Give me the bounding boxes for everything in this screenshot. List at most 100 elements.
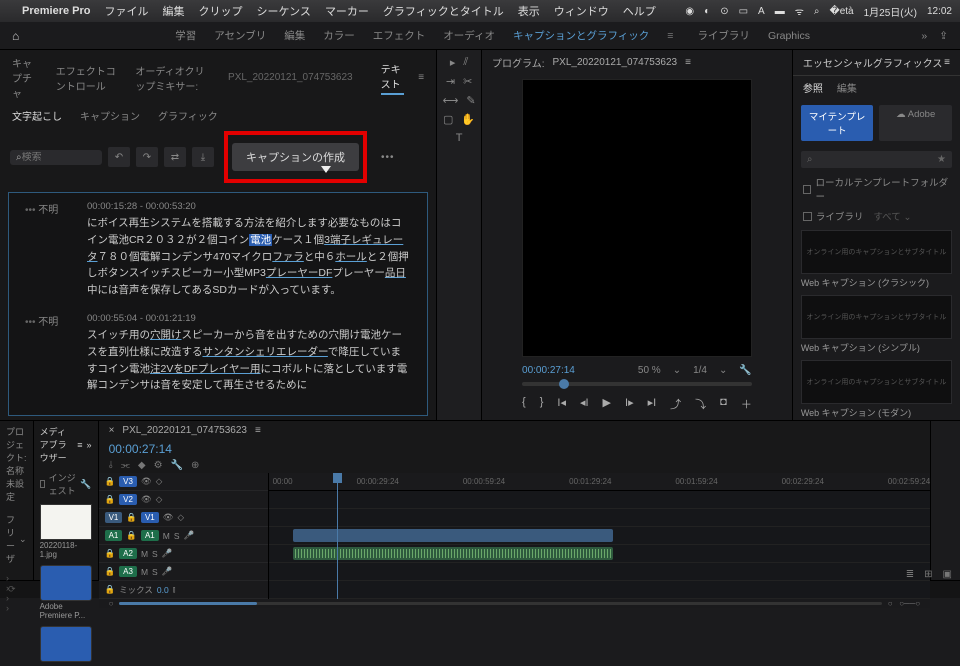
wifi-icon[interactable]: ᯤ [795, 4, 804, 18]
pen-tool-icon[interactable]: ✎ [466, 94, 475, 107]
create-captions-button[interactable]: キャプションの作成 [232, 143, 359, 171]
menu-window[interactable]: ウィンドウ [554, 3, 609, 19]
media-item[interactable] [40, 626, 92, 662]
chevron-down-icon[interactable]: ⌄ [673, 365, 681, 376]
home-icon[interactable]: ⌂ [12, 29, 19, 43]
list-view-icon[interactable]: ≣ [906, 569, 914, 580]
template-item[interactable]: オンライン用のキャプションとサブタイトル Web キャプション (クラシック) [801, 230, 952, 289]
cc-icon[interactable]: ◐ [704, 6, 710, 17]
tab-capture[interactable]: キャプチャ [12, 55, 42, 100]
panel-menu-icon[interactable]: ≡ [77, 440, 82, 450]
sync-icon[interactable]: ⟳ [8, 584, 16, 595]
subtab-transcribe[interactable]: 文字起こし [12, 108, 62, 123]
panel-menu-icon[interactable]: ≡ [418, 72, 424, 83]
track-header[interactable]: 🔒V2👁◇ [99, 491, 268, 509]
lock-icon[interactable]: 🔒 [126, 530, 137, 541]
timeline-timecode[interactable]: 00:00:27:14 [99, 440, 931, 458]
ws-audio[interactable]: オーディオ [443, 28, 495, 43]
new-item-icon[interactable]: ▣ [943, 569, 952, 580]
media-item[interactable]: 20220118-1.jpg [40, 504, 92, 559]
menu-help[interactable]: ヘルプ [623, 3, 656, 19]
add-icon[interactable]: ⊕ [191, 460, 199, 471]
transcript-list[interactable]: 不明 00:00:15:28 - 00:00:53:20 にボイス再生システムを… [8, 192, 428, 416]
ws-effects[interactable]: エフェクト [373, 28, 426, 43]
chevron-down-icon[interactable]: ⌄ [719, 365, 727, 376]
replace-button[interactable]: ⇄ [164, 147, 186, 167]
redo-button[interactable]: ↷ [136, 147, 158, 167]
menu-view[interactable]: 表示 [518, 3, 540, 19]
transcript-text[interactable]: にボイス再生システムを搭載する方法を紹介します必要なものはコイン電池CR２０３２… [87, 215, 411, 299]
media-item[interactable]: Adobe Premiere P... [40, 565, 92, 620]
menu-sequence[interactable]: シーケンス [256, 3, 310, 19]
wrench-icon[interactable]: 🔧 [739, 365, 751, 376]
menubar-time[interactable]: 12:02 [927, 6, 952, 17]
mark-out-icon[interactable]: } [540, 396, 544, 412]
share-icon[interactable]: ⇪ [939, 30, 948, 42]
checkbox[interactable] [803, 212, 812, 221]
selection-tool-icon[interactable]: ▸ [450, 56, 456, 69]
bin-name[interactable]: フリーザ [6, 513, 15, 565]
button-editor-icon[interactable]: ＋ [741, 396, 752, 412]
export-button[interactable]: ⤓ [192, 147, 214, 167]
ess-search[interactable]: ⌕ ★ [801, 151, 952, 168]
template-item[interactable]: オンライン用のキャプションとサブタイトル Web キャプション (シンプル) [801, 295, 952, 354]
overflow-icon[interactable]: » [87, 440, 92, 450]
ess-search-input[interactable] [812, 155, 937, 165]
track-header[interactable]: 🔒ミックス0.0⫾ [99, 581, 268, 599]
type-tool-icon[interactable]: T [456, 132, 463, 144]
menu-clip[interactable]: クリップ [198, 3, 242, 19]
timeline-content[interactable]: 00:0000:00:29:2400:00:59:2400:01:29:2400… [269, 473, 931, 599]
snap-icon[interactable]: ⫰ [109, 460, 113, 471]
ws-color[interactable]: カラー [323, 28, 355, 43]
export-frame-icon[interactable]: ◘ [720, 396, 727, 412]
ws-learn[interactable]: 学習 [175, 28, 196, 43]
transcript-search[interactable]: ⌕ [10, 150, 102, 165]
razor-tool-icon[interactable]: ✂ [463, 75, 472, 88]
wrench-icon[interactable]: 🔧 [80, 479, 91, 490]
transcript-row[interactable]: 不明 00:00:55:04 - 00:01:21:19 スイッチ用の穴開けスピ… [25, 313, 411, 394]
link-icon[interactable]: ⫘ [121, 460, 130, 471]
adobe-stock-button[interactable]: ☁ Adobe [879, 105, 952, 141]
track-header[interactable]: 🔒A2MS🎤 [99, 545, 268, 563]
program-timecode[interactable]: 00:00:27:14 [522, 365, 575, 376]
control-center-icon[interactable]: �età [829, 6, 853, 17]
go-to-out-icon[interactable]: ▸І [648, 396, 657, 412]
grid-view-icon[interactable]: ⊞ [924, 569, 932, 580]
subtab-graphics[interactable]: グラフィック [158, 108, 218, 123]
lock-icon[interactable]: 🔒 [105, 584, 116, 595]
my-templates-button[interactable]: マイテンプレート [801, 105, 874, 141]
menu-marker[interactable]: マーカー [325, 3, 369, 19]
ws-menu-icon[interactable]: ≡ [667, 30, 673, 42]
timeline-zoom[interactable]: ○○ ○──○ [99, 599, 931, 608]
ripple-tool-icon[interactable]: ⇥ [446, 75, 455, 88]
more-options-icon[interactable]: ••• [381, 152, 395, 163]
play-icon[interactable]: ⊙ [720, 6, 728, 17]
transcript-text[interactable]: スイッチ用の穴開けスピーカーから音を出すための穴開け電池ケースを直列仕様に改造す… [87, 327, 411, 394]
template-item[interactable]: オンライン用のキャプションとサブタイトル Web キャプション (モダン) [801, 360, 952, 419]
menu-edit[interactable]: 編集 [162, 3, 184, 19]
record-icon[interactable]: ◉ [685, 6, 694, 17]
program-scrubber[interactable] [522, 382, 752, 386]
lib-dropdown[interactable]: すべて ⌄ [873, 209, 911, 223]
tab-effectcontrols[interactable]: エフェクトコントロール [56, 63, 122, 93]
transcript-row[interactable]: 不明 00:00:15:28 - 00:00:53:20 にボイス再生システムを… [25, 201, 411, 299]
chevron-down-icon[interactable]: ⌄ [19, 534, 27, 545]
step-fwd-icon[interactable]: І▸ [625, 396, 634, 412]
wrench-icon[interactable]: 🔧 [171, 460, 183, 471]
battery-icon[interactable]: ▬ [775, 6, 785, 17]
extract-icon[interactable]: ⤵ [695, 396, 706, 412]
audio-clip[interactable] [293, 547, 613, 560]
ws-captions[interactable]: キャプションとグラフィック [513, 28, 649, 43]
undo-button[interactable]: ↶ [108, 147, 130, 167]
play-button-icon[interactable]: ▶ [603, 396, 611, 412]
ws-overflow-icon[interactable]: » [921, 30, 927, 42]
program-viewport[interactable] [522, 79, 752, 357]
speaker-label[interactable]: 不明 [25, 201, 71, 299]
ess-edit-tab[interactable]: 編集 [837, 80, 857, 95]
slip-tool-icon[interactable]: ⟷ [443, 94, 459, 107]
tab-audiomixer[interactable]: オーディオクリップミキサー: [135, 63, 214, 93]
checkbox[interactable] [803, 185, 812, 194]
menu-file[interactable]: ファイル [104, 3, 148, 19]
step-back-icon[interactable]: ◂І [580, 396, 589, 412]
program-menu-icon[interactable]: ≡ [685, 57, 691, 68]
